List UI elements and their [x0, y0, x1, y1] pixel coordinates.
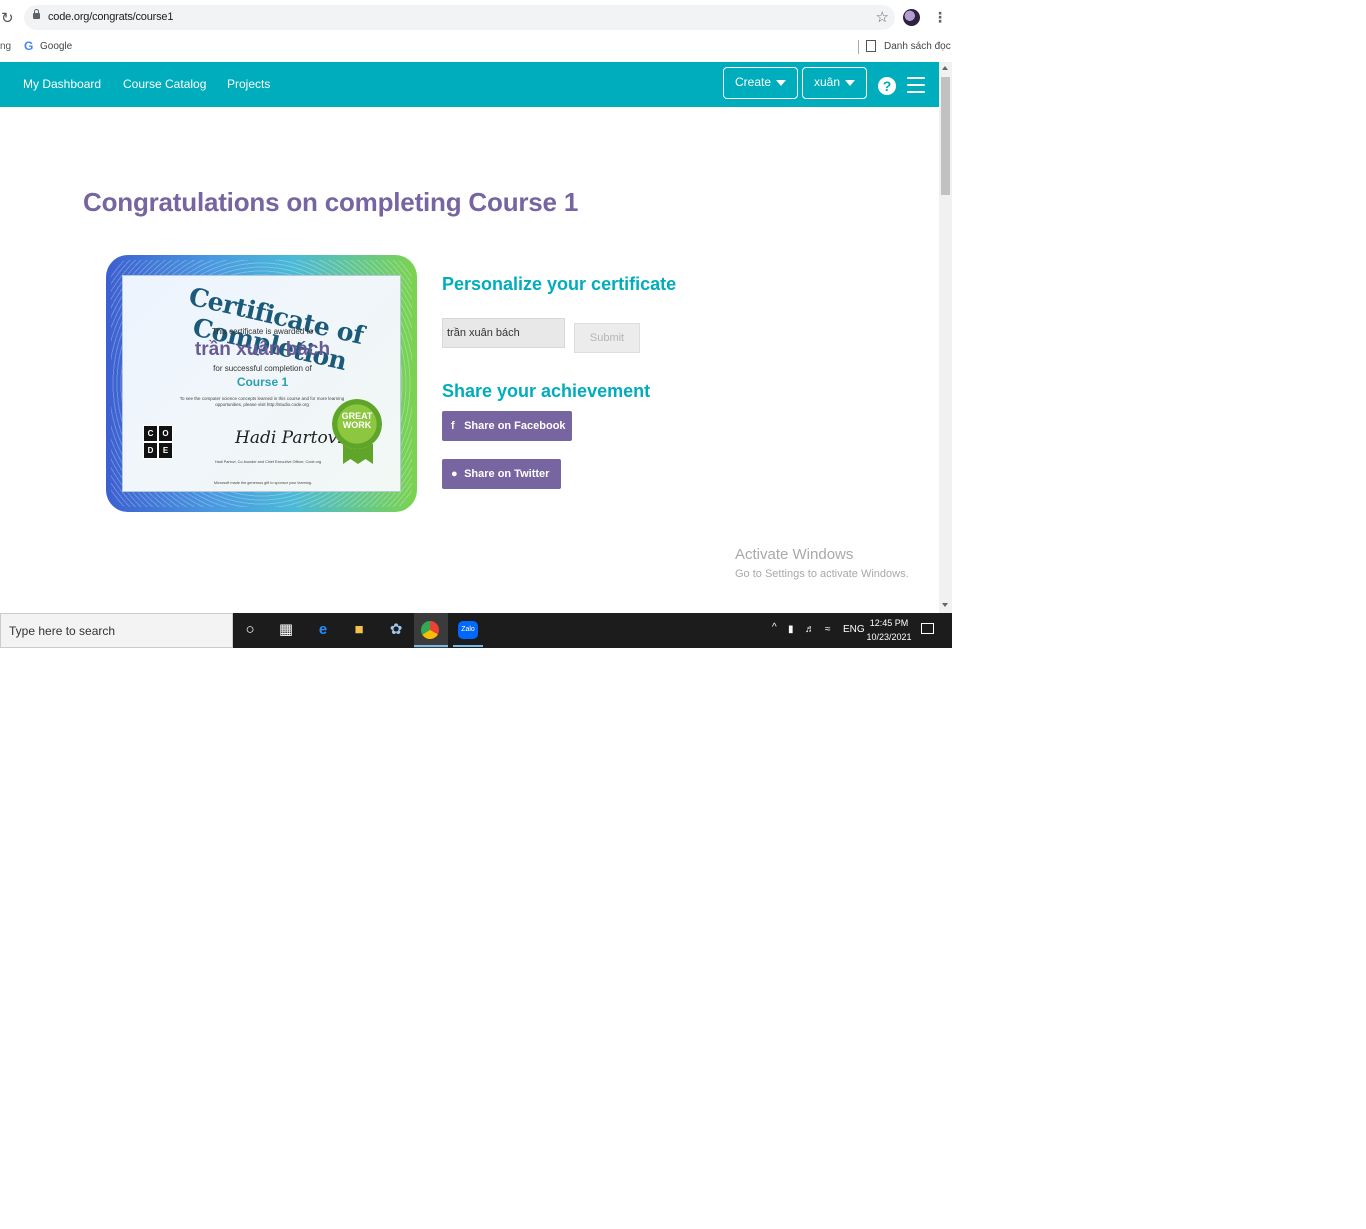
url-text[interactable]: code.org/congrats/course1	[48, 11, 173, 23]
zalo-icon[interactable]: Zalo	[458, 621, 478, 639]
chevron-down-icon	[845, 80, 855, 86]
battery-icon[interactable]: ▮	[788, 624, 794, 635]
reload-icon[interactable]: ↻	[1, 9, 14, 27]
profile-avatar[interactable]	[903, 9, 920, 26]
share-twitter-button[interactable]: ● Share on Twitter	[442, 459, 561, 489]
clock-date: 10/23/2021	[866, 632, 912, 642]
facebook-icon: f	[451, 420, 455, 432]
certificate-awarded-text: This certificate is awarded to	[211, 327, 314, 336]
create-dropdown-button[interactable]: Create	[723, 67, 798, 99]
bookmark-fragment[interactable]: ng	[0, 41, 11, 52]
submit-button[interactable]: Submit	[574, 323, 640, 353]
certificate-signer-text: Hadi Partovi, Co-founder and Chief Execu…	[214, 460, 322, 464]
windows-taskbar: Type here to search ○ ▦ e ■ ✿ Zalo ^ ▮ ♬…	[0, 613, 952, 648]
file-explorer-icon[interactable]: ■	[349, 620, 369, 640]
certificate-body: Certificate of Completion This certifica…	[122, 275, 401, 492]
certificate-signature: Hadi Partovi	[235, 428, 343, 448]
create-label: Create	[735, 75, 772, 89]
hamburger-menu-icon[interactable]	[907, 77, 925, 93]
browser-menu-icon[interactable]: ⋮	[933, 9, 947, 26]
user-label: xuân	[814, 75, 841, 89]
google-icon: G	[24, 39, 34, 53]
certificate-image: Certificate of Completion This certifica…	[106, 255, 417, 512]
reading-list-label[interactable]: Danh sách đọc	[884, 41, 951, 52]
scroll-down-arrow-icon[interactable]	[942, 603, 948, 607]
certificate-recipient-name: trần xuân bách	[194, 339, 331, 360]
cortana-icon[interactable]: ○	[240, 620, 260, 640]
bookmarks-bar: ng G Google Danh sách đọc	[0, 36, 952, 62]
reading-list-icon[interactable]	[866, 40, 876, 52]
taskbar-search-box[interactable]: Type here to search	[0, 613, 233, 648]
share-twitter-label: Share on Twitter	[464, 468, 550, 480]
great-work-badge-icon: GREAT WORK	[332, 399, 382, 449]
nav-my-dashboard[interactable]: My Dashboard	[23, 77, 101, 91]
taskbar-search-placeholder: Type here to search	[9, 624, 116, 638]
help-icon[interactable]: ?	[878, 77, 896, 95]
bookmark-star-icon[interactable]: ☆	[876, 8, 889, 26]
user-dropdown-button[interactable]: xuân	[802, 67, 867, 99]
chevron-down-icon	[776, 80, 786, 86]
notification-center-icon[interactable]	[921, 623, 934, 634]
share-facebook-label: Share on Facebook	[464, 420, 566, 432]
nav-projects[interactable]: Projects	[227, 77, 270, 91]
screenshot: ↻ code.org/congrats/course1 ☆ ⋮ ng G Goo…	[0, 0, 952, 648]
personalize-heading: Personalize your certificate	[442, 274, 677, 294]
share-heading: Share your achievement	[442, 381, 651, 401]
scroll-thumb[interactable]	[941, 77, 950, 195]
nav-course-catalog[interactable]: Course Catalog	[123, 77, 206, 91]
wifi-icon[interactable]: ≈	[825, 624, 831, 635]
certificate-info-text: To see the computer science concepts lea…	[179, 396, 345, 407]
zalo-active-indicator	[453, 645, 483, 647]
input-language[interactable]: ENG	[843, 624, 865, 635]
activate-windows-title: Activate Windows	[735, 546, 854, 563]
lock-icon	[33, 9, 40, 19]
taskbar-clock[interactable]: 12:45 PM 10/23/2021	[866, 616, 912, 644]
certificate-name-input[interactable]	[442, 318, 565, 348]
chrome-icon[interactable]	[421, 621, 439, 639]
certificate-course-name: Course 1	[236, 375, 289, 389]
activate-windows-subtitle: Go to Settings to activate Windows.	[735, 568, 909, 580]
scroll-up-arrow-icon[interactable]	[942, 66, 948, 70]
certificate-for-text: for successful completion of	[213, 364, 312, 373]
code-logo: C O D E	[143, 425, 173, 459]
paint-icon[interactable]: ✿	[386, 620, 406, 640]
task-view-icon[interactable]: ▦	[276, 620, 296, 640]
browser-toolbar: ↻ code.org/congrats/course1 ☆ ⋮	[0, 0, 952, 36]
bookmark-divider	[858, 40, 859, 54]
volume-icon[interactable]: ♬	[805, 624, 815, 635]
site-header: My Dashboard Course Catalog Projects Cre…	[0, 62, 939, 107]
page-title: Congratulations on completing Course 1	[83, 187, 579, 217]
bookmark-google[interactable]: Google	[40, 41, 72, 52]
edge-icon[interactable]: e	[313, 620, 333, 640]
tray-chevron-up-icon[interactable]: ^	[772, 622, 777, 633]
share-facebook-button[interactable]: f Share on Facebook	[442, 411, 572, 441]
chrome-active-indicator	[414, 645, 448, 647]
page-scrollbar[interactable]	[939, 62, 952, 613]
address-bar[interactable]: code.org/congrats/course1 ☆	[24, 5, 895, 30]
certificate-sponsor-text: Microsoft made the generous gift to spon…	[213, 481, 313, 485]
clock-time: 12:45 PM	[869, 618, 909, 628]
twitter-icon: ●	[451, 468, 458, 480]
